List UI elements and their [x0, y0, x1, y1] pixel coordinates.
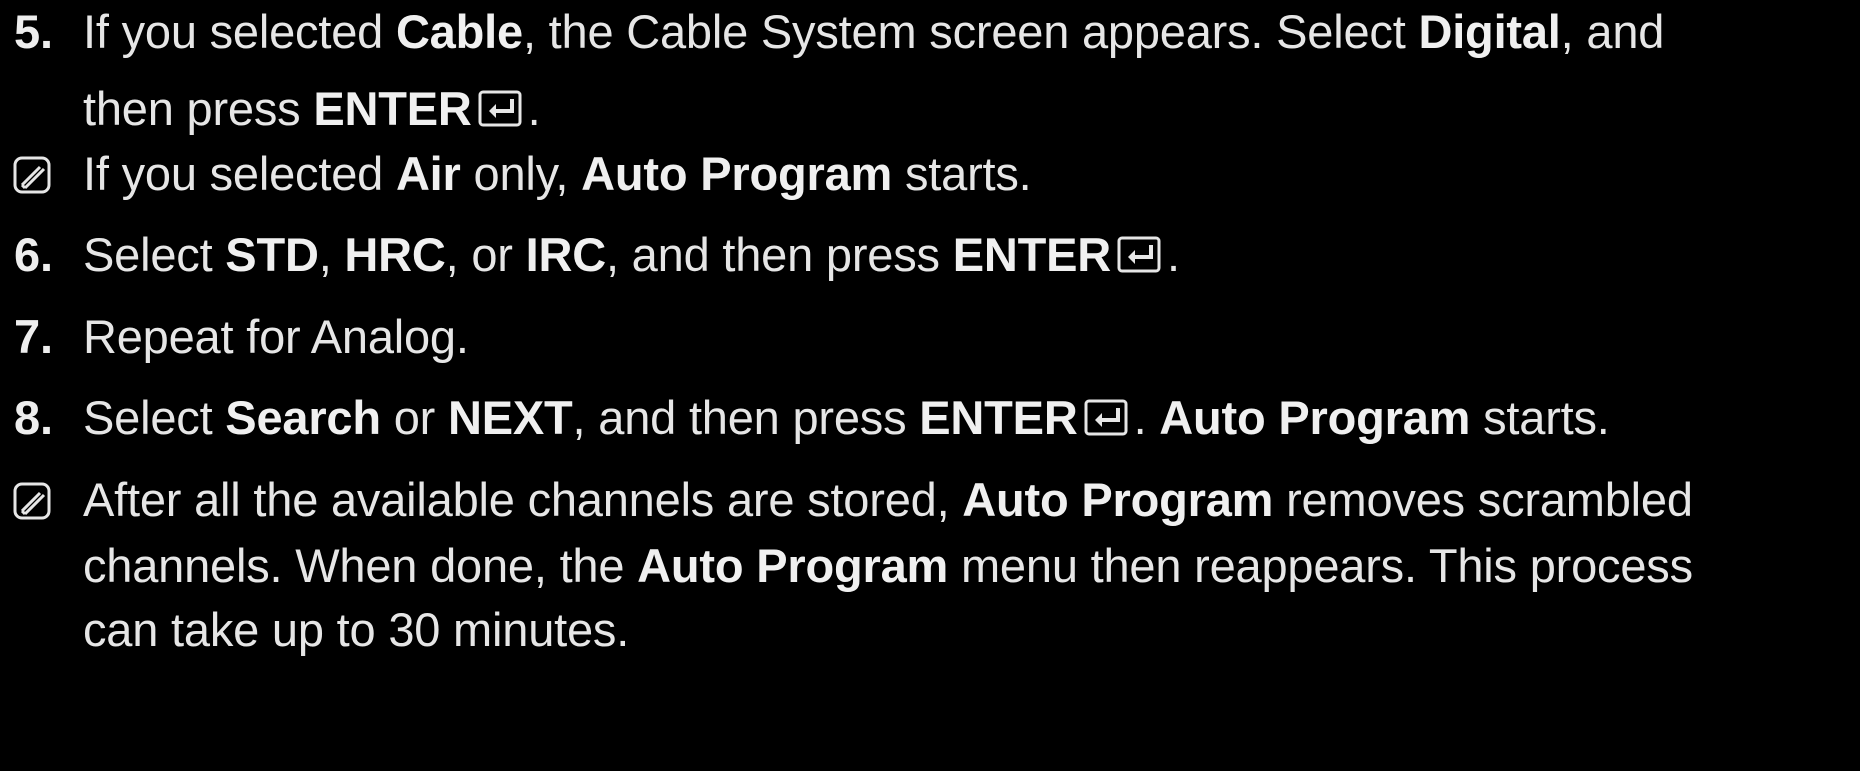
text-segment: Select: [83, 391, 226, 444]
step-number: 5.: [14, 5, 53, 58]
manual-page: 5. If you selected Cable, the Cable Syst…: [0, 0, 1860, 771]
step-text: Repeat for Analog.: [83, 300, 469, 374]
enter-key-icon: [478, 90, 522, 127]
text-segment: After all the available channels are sto…: [83, 473, 963, 526]
enter-key-icon: [1117, 236, 1161, 273]
text-segment: starts.: [892, 147, 1032, 200]
text-segment-bold: NEXT: [447, 391, 573, 444]
text-segment: can take up to 30 minutes.: [83, 603, 630, 656]
text-segment-bold: Cable: [395, 5, 523, 58]
step-text: If you selected Cable, the Cable System …: [83, 0, 1664, 69]
text-segment-bold: Digital: [1418, 5, 1561, 58]
text-segment-bold: STD: [225, 228, 319, 281]
text-segment: , and then press: [605, 228, 953, 281]
text-segment-bold: ENTER: [919, 391, 1078, 444]
note-text: If you selected Air only, Auto Program s…: [83, 137, 1032, 211]
text-segment: If you selected: [83, 147, 396, 200]
step-number: 7.: [14, 310, 53, 363]
step-text: Select Search or NEXT, and then press EN…: [83, 381, 1610, 455]
text-segment: , and then press: [572, 391, 920, 444]
enter-key-icon: [1084, 399, 1128, 436]
text-segment: then press: [83, 82, 314, 135]
step-number: 6.: [14, 228, 53, 281]
text-segment: Repeat for Analog.: [83, 310, 469, 363]
text-segment: only,: [460, 147, 582, 200]
text-segment-bold: Auto Program: [581, 147, 893, 200]
text-segment-bold: ENTER: [313, 82, 472, 135]
step-text: Select STD, HRC, or IRC, and then press …: [83, 218, 1180, 292]
text-segment: channels. When done, the: [83, 539, 638, 592]
step-text: then press ENTER.: [83, 72, 541, 146]
text-segment-bold: ENTER: [952, 228, 1111, 281]
note-icon: [13, 482, 51, 520]
text-segment: removes scrambled: [1273, 473, 1693, 526]
note-text: can take up to 30 minutes.: [83, 593, 629, 667]
text-segment: If you selected: [83, 5, 396, 58]
text-segment: starts.: [1470, 391, 1610, 444]
text-segment-bold: HRC: [344, 228, 446, 281]
text-segment: .: [527, 82, 541, 135]
text-segment-bold: Auto Program: [637, 539, 949, 592]
text-segment: menu then reappears. This process: [948, 539, 1693, 592]
text-segment-bold: Air: [395, 147, 461, 200]
text-segment: Select: [83, 228, 226, 281]
note-text: channels. When done, the Auto Program me…: [83, 529, 1693, 603]
text-segment: , or: [445, 228, 526, 281]
text-segment-bold: Search: [225, 391, 381, 444]
text-segment: , and: [1560, 5, 1665, 58]
text-segment: , the Cable System screen appears. Selec…: [522, 5, 1419, 58]
text-segment: ,: [318, 228, 345, 281]
step-number: 8.: [14, 391, 53, 444]
note-icon: [13, 156, 51, 194]
text-segment-bold: Auto Program: [1159, 391, 1471, 444]
note-text: After all the available channels are sto…: [83, 463, 1693, 537]
text-segment-bold: IRC: [525, 228, 607, 281]
text-segment-bold: Auto Program: [962, 473, 1274, 526]
text-segment: .: [1133, 391, 1160, 444]
text-segment: .: [1166, 228, 1180, 281]
text-segment: or: [380, 391, 448, 444]
